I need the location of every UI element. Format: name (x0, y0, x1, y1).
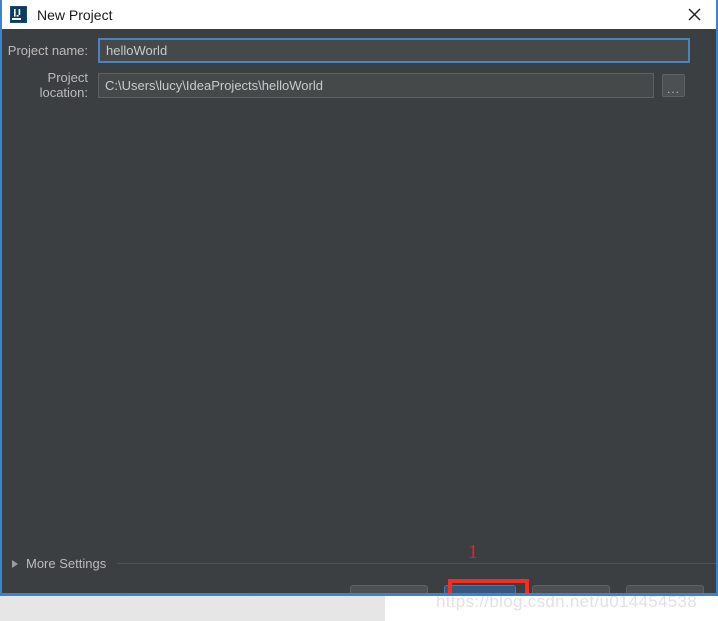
help-button-label: Help (652, 593, 679, 594)
intellij-idea-icon (10, 6, 27, 23)
project-name-input[interactable]: helloWorld (98, 37, 690, 63)
close-button[interactable] (672, 0, 716, 29)
browse-location-button[interactable]: ... (662, 73, 685, 97)
dialog-button-bar: Previous Finish Cancel Help (2, 585, 716, 594)
cancel-button-label: Cancel (551, 593, 591, 594)
close-icon (688, 8, 700, 21)
settings-separator (117, 563, 716, 564)
project-location-row: Project location: C:\Users\lucy\IdeaProj… (2, 70, 716, 100)
finish-button-label: inish (469, 593, 499, 594)
project-location-label: Project location: (39, 70, 88, 100)
previous-button-mnemonic: P (364, 593, 373, 594)
project-name-row: Project name: helloWorld (2, 37, 716, 63)
chevron-right-icon (12, 559, 18, 568)
project-location-input[interactable]: C:\Users\lucy\IdeaProjects\helloWorld (98, 72, 654, 98)
previous-button-label: revious (372, 593, 414, 594)
dialog-body: Project name: helloWorld Project locatio… (2, 29, 716, 593)
finish-button[interactable]: Finish (444, 585, 516, 594)
ellipsis-icon: ... (666, 81, 680, 96)
help-button[interactable]: Help (626, 585, 704, 594)
dialog-titlebar: New Project (2, 0, 716, 29)
new-project-dialog: New Project Project name: helloWorld Pro… (0, 0, 718, 596)
project-name-label: Project name: (7, 42, 88, 58)
more-settings-toggle[interactable]: More Settings (12, 556, 106, 571)
dialog-title: New Project (37, 6, 113, 23)
annotation-number: 1 (468, 541, 478, 563)
cancel-button[interactable]: Cancel (532, 585, 610, 594)
more-settings-label: More Settings (26, 556, 107, 571)
finish-button-mnemonic: F (461, 593, 469, 594)
previous-button[interactable]: Previous (350, 585, 428, 594)
